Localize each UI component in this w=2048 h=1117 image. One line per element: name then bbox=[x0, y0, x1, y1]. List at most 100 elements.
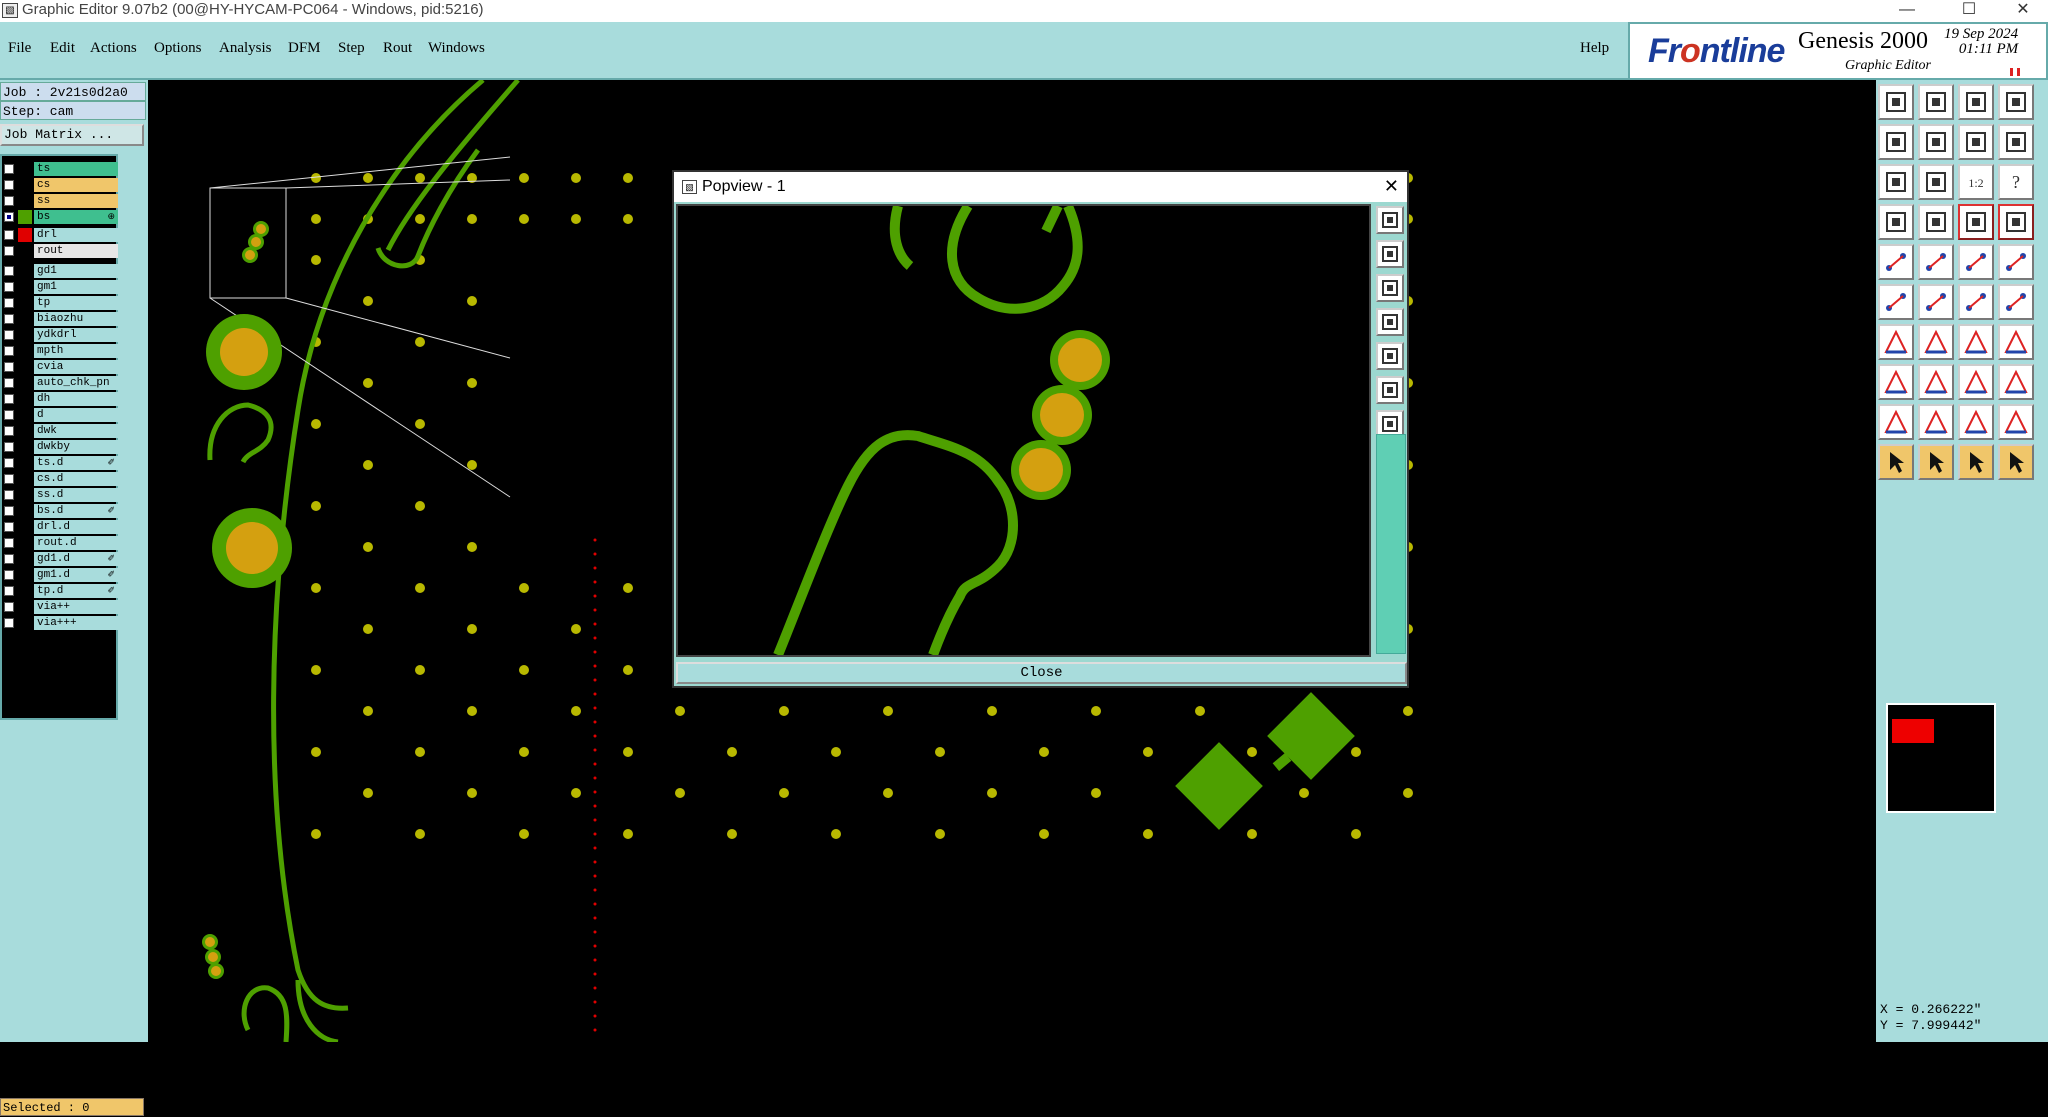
layer-row-gm1-d[interactable]: gm1.d ✐ bbox=[4, 568, 118, 582]
layer-name[interactable]: rout.d bbox=[34, 536, 118, 550]
layer-checkbox[interactable] bbox=[4, 426, 14, 436]
layer-name[interactable]: gd1.d ✐ bbox=[34, 552, 118, 566]
zoomed-board[interactable] bbox=[678, 206, 1369, 655]
layer-row-bs-d[interactable]: bs.d ✐ bbox=[4, 504, 118, 518]
layer-color-swatch[interactable] bbox=[18, 228, 32, 242]
layer-checkbox[interactable] bbox=[4, 458, 14, 468]
layer-checkbox[interactable] bbox=[4, 538, 14, 548]
layer-color-swatch[interactable] bbox=[18, 264, 32, 278]
menu-windows[interactable]: Windows bbox=[428, 40, 485, 57]
layer-row-dh[interactable]: dh bbox=[4, 392, 118, 406]
pv-save-button[interactable] bbox=[1376, 274, 1404, 302]
layer-color-swatch[interactable] bbox=[18, 376, 32, 390]
diagonal-button[interactable] bbox=[1918, 324, 1954, 360]
layer-name[interactable]: cs bbox=[34, 178, 118, 192]
pv-open-button[interactable] bbox=[1376, 240, 1404, 268]
bracket-button[interactable] bbox=[1998, 324, 2034, 360]
layer-checkbox[interactable] bbox=[4, 266, 14, 276]
trapezoid-button[interactable] bbox=[1958, 404, 1994, 440]
layer-color-swatch[interactable] bbox=[18, 456, 32, 470]
layer-name[interactable]: gd1 bbox=[34, 264, 118, 278]
layer-checkbox[interactable] bbox=[4, 490, 14, 500]
maximize-button[interactable]: ☐ bbox=[1946, 0, 1992, 22]
point-button[interactable] bbox=[1958, 284, 1994, 320]
edit-tool-button[interactable] bbox=[1878, 204, 1914, 240]
arc-button[interactable] bbox=[1958, 324, 1994, 360]
layer-color-swatch[interactable] bbox=[18, 552, 32, 566]
layer-checkbox[interactable] bbox=[4, 196, 14, 206]
layer-color-swatch[interactable] bbox=[18, 488, 32, 502]
line-cut-button[interactable] bbox=[1918, 244, 1954, 280]
menu-step[interactable]: Step bbox=[338, 40, 365, 57]
layer-row-via--[interactable]: via++ bbox=[4, 600, 118, 614]
menu-file[interactable]: File bbox=[8, 40, 31, 57]
menu-analysis[interactable]: Analysis bbox=[219, 40, 272, 57]
circle-button[interactable] bbox=[1998, 244, 2034, 280]
layer-name[interactable]: biaozhu bbox=[34, 312, 118, 326]
select-multi-button[interactable] bbox=[1998, 444, 2034, 480]
layer-row-dwk[interactable]: dwk bbox=[4, 424, 118, 438]
layer-row-ts[interactable]: ts bbox=[4, 162, 118, 176]
layer-name[interactable]: dwk bbox=[34, 424, 118, 438]
layer-checkbox[interactable] bbox=[4, 522, 14, 532]
layer-checkbox[interactable] bbox=[4, 246, 14, 256]
layer-name[interactable]: gm1.d ✐ bbox=[34, 568, 118, 582]
layer-color-swatch[interactable] bbox=[18, 504, 32, 518]
fit-screen-button[interactable] bbox=[1878, 164, 1914, 200]
layer-row-gd1[interactable]: gd1 bbox=[4, 264, 118, 278]
pv-right-button[interactable] bbox=[1376, 342, 1404, 370]
layer-name[interactable]: ydkdrl bbox=[34, 328, 118, 342]
home-button[interactable] bbox=[1958, 84, 1994, 120]
layer-row-gm1[interactable]: gm1 bbox=[4, 280, 118, 294]
pad-move-button[interactable] bbox=[1878, 364, 1914, 400]
layer-row-gd1-d[interactable]: gd1.d ✐ bbox=[4, 552, 118, 566]
pv-left-button[interactable] bbox=[1376, 308, 1404, 336]
layer-name[interactable]: ss.d bbox=[34, 488, 118, 502]
save-button[interactable] bbox=[1918, 84, 1954, 120]
layer-name[interactable]: dh bbox=[34, 392, 118, 406]
layer-name[interactable]: ss bbox=[34, 194, 118, 208]
menu-rout[interactable]: Rout bbox=[383, 40, 412, 57]
layer-row-rout-d[interactable]: rout.d bbox=[4, 536, 118, 550]
menu-options[interactable]: Options bbox=[154, 40, 202, 57]
layer-row-via---[interactable]: via+++ bbox=[4, 616, 118, 630]
popview-viewport[interactable] bbox=[676, 204, 1371, 657]
layer-row-ss-d[interactable]: ss.d bbox=[4, 488, 118, 502]
layer-color-swatch[interactable] bbox=[18, 568, 32, 582]
component-button[interactable] bbox=[1998, 364, 2034, 400]
help-button[interactable]: ? bbox=[1998, 164, 2034, 200]
layer-color-swatch[interactable] bbox=[18, 328, 32, 342]
layer-checkbox[interactable] bbox=[4, 602, 14, 612]
layer-row-auto-chk-pn[interactable]: auto_chk_pn bbox=[4, 376, 118, 390]
layer-color-swatch[interactable] bbox=[18, 162, 32, 176]
popview-scrollbar[interactable] bbox=[1376, 434, 1406, 654]
layer-checkbox[interactable] bbox=[4, 282, 14, 292]
layer-color-swatch[interactable] bbox=[18, 312, 32, 326]
layer-name[interactable]: cvia bbox=[34, 360, 118, 374]
layer-name[interactable]: bs.d ✐ bbox=[34, 504, 118, 518]
open-job-button[interactable] bbox=[1878, 84, 1914, 120]
select-area-button[interactable] bbox=[1958, 444, 1994, 480]
layer-row-cvia[interactable]: cvia bbox=[4, 360, 118, 374]
layer-checkbox[interactable] bbox=[4, 618, 14, 628]
layer-checkbox[interactable] bbox=[4, 230, 14, 240]
layer-checkbox[interactable] bbox=[4, 314, 14, 324]
connect-button[interactable] bbox=[1878, 284, 1914, 320]
layer-checkbox[interactable] bbox=[4, 394, 14, 404]
layer-checkbox[interactable] bbox=[4, 180, 14, 190]
break-button[interactable] bbox=[1958, 364, 1994, 400]
layer-name[interactable]: d bbox=[34, 408, 118, 422]
grid-button[interactable] bbox=[1918, 204, 1954, 240]
overview-viewport[interactable] bbox=[1892, 719, 1934, 743]
measure-button[interactable] bbox=[1958, 244, 1994, 280]
angle-button[interactable] bbox=[1878, 324, 1914, 360]
arrow-point-button[interactable] bbox=[1998, 284, 2034, 320]
layer-name[interactable]: cs.d bbox=[34, 472, 118, 486]
select-button[interactable] bbox=[1878, 444, 1914, 480]
layer-row-tp[interactable]: tp bbox=[4, 296, 118, 310]
layer-row-rout[interactable]: rout bbox=[4, 244, 118, 258]
grid-window-button[interactable] bbox=[1998, 84, 2034, 120]
layer-row-ts-d[interactable]: ts.d ✐ bbox=[4, 456, 118, 470]
layer-name[interactable]: gm1 bbox=[34, 280, 118, 294]
layer-checkbox[interactable] bbox=[4, 410, 14, 420]
